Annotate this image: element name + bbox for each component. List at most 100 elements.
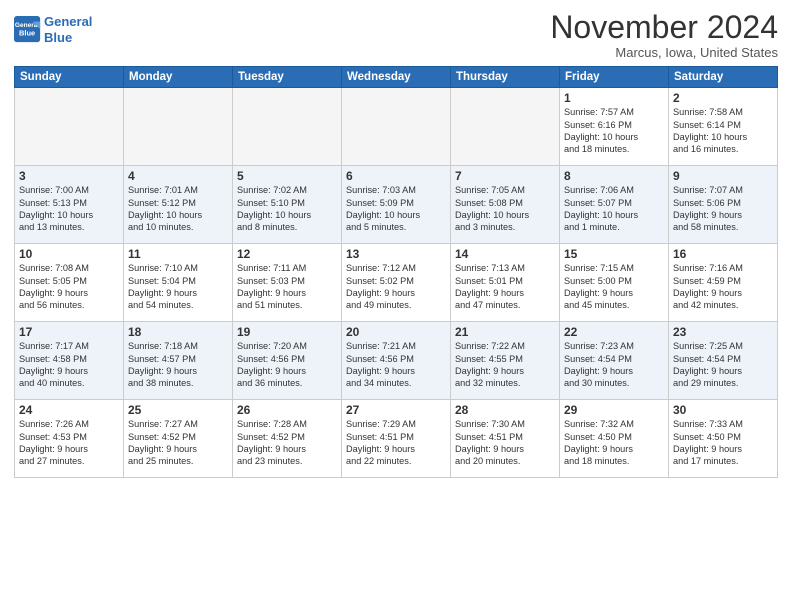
calendar-week-5: 24Sunrise: 7:26 AM Sunset: 4:53 PM Dayli… [15, 400, 778, 478]
month-title: November 2024 [550, 10, 778, 45]
day-info: Sunrise: 7:28 AM Sunset: 4:52 PM Dayligh… [237, 418, 337, 468]
calendar-cell: 1Sunrise: 7:57 AM Sunset: 6:16 PM Daylig… [560, 88, 669, 166]
calendar-cell: 3Sunrise: 7:00 AM Sunset: 5:13 PM Daylig… [15, 166, 124, 244]
day-info: Sunrise: 7:12 AM Sunset: 5:02 PM Dayligh… [346, 262, 446, 312]
day-number: 25 [128, 403, 228, 417]
calendar-week-1: 1Sunrise: 7:57 AM Sunset: 6:16 PM Daylig… [15, 88, 778, 166]
day-info: Sunrise: 7:03 AM Sunset: 5:09 PM Dayligh… [346, 184, 446, 234]
day-number: 19 [237, 325, 337, 339]
calendar-cell: 11Sunrise: 7:10 AM Sunset: 5:04 PM Dayli… [124, 244, 233, 322]
calendar-cell: 16Sunrise: 7:16 AM Sunset: 4:59 PM Dayli… [669, 244, 778, 322]
calendar-header-row: SundayMondayTuesdayWednesdayThursdayFrid… [15, 67, 778, 88]
calendar-cell: 17Sunrise: 7:17 AM Sunset: 4:58 PM Dayli… [15, 322, 124, 400]
day-info: Sunrise: 7:20 AM Sunset: 4:56 PM Dayligh… [237, 340, 337, 390]
day-number: 23 [673, 325, 773, 339]
logo-text: General Blue [44, 14, 92, 45]
day-header-monday: Monday [124, 67, 233, 88]
calendar-week-4: 17Sunrise: 7:17 AM Sunset: 4:58 PM Dayli… [15, 322, 778, 400]
day-info: Sunrise: 7:07 AM Sunset: 5:06 PM Dayligh… [673, 184, 773, 234]
day-number: 4 [128, 169, 228, 183]
calendar-cell: 22Sunrise: 7:23 AM Sunset: 4:54 PM Dayli… [560, 322, 669, 400]
calendar-cell: 25Sunrise: 7:27 AM Sunset: 4:52 PM Dayli… [124, 400, 233, 478]
calendar-cell [233, 88, 342, 166]
day-number: 17 [19, 325, 119, 339]
calendar-cell: 9Sunrise: 7:07 AM Sunset: 5:06 PM Daylig… [669, 166, 778, 244]
calendar-cell: 10Sunrise: 7:08 AM Sunset: 5:05 PM Dayli… [15, 244, 124, 322]
day-number: 5 [237, 169, 337, 183]
day-info: Sunrise: 7:11 AM Sunset: 5:03 PM Dayligh… [237, 262, 337, 312]
calendar-cell: 12Sunrise: 7:11 AM Sunset: 5:03 PM Dayli… [233, 244, 342, 322]
calendar-cell: 26Sunrise: 7:28 AM Sunset: 4:52 PM Dayli… [233, 400, 342, 478]
calendar-cell: 23Sunrise: 7:25 AM Sunset: 4:54 PM Dayli… [669, 322, 778, 400]
title-block: November 2024 Marcus, Iowa, United State… [550, 10, 778, 60]
calendar-cell: 4Sunrise: 7:01 AM Sunset: 5:12 PM Daylig… [124, 166, 233, 244]
calendar-page: General Blue General Blue November 2024 … [0, 0, 792, 612]
day-info: Sunrise: 7:57 AM Sunset: 6:16 PM Dayligh… [564, 106, 664, 156]
logo-icon: General Blue [14, 16, 42, 44]
calendar-cell: 15Sunrise: 7:15 AM Sunset: 5:00 PM Dayli… [560, 244, 669, 322]
day-info: Sunrise: 7:13 AM Sunset: 5:01 PM Dayligh… [455, 262, 555, 312]
day-info: Sunrise: 7:32 AM Sunset: 4:50 PM Dayligh… [564, 418, 664, 468]
day-number: 15 [564, 247, 664, 261]
day-info: Sunrise: 7:06 AM Sunset: 5:07 PM Dayligh… [564, 184, 664, 234]
day-info: Sunrise: 7:02 AM Sunset: 5:10 PM Dayligh… [237, 184, 337, 234]
day-info: Sunrise: 7:15 AM Sunset: 5:00 PM Dayligh… [564, 262, 664, 312]
day-number: 26 [237, 403, 337, 417]
logo-line1: General [44, 14, 92, 29]
day-number: 16 [673, 247, 773, 261]
svg-text:Blue: Blue [19, 28, 35, 37]
calendar-cell: 27Sunrise: 7:29 AM Sunset: 4:51 PM Dayli… [342, 400, 451, 478]
calendar-cell: 18Sunrise: 7:18 AM Sunset: 4:57 PM Dayli… [124, 322, 233, 400]
calendar-week-3: 10Sunrise: 7:08 AM Sunset: 5:05 PM Dayli… [15, 244, 778, 322]
logo: General Blue General Blue [14, 14, 92, 45]
day-number: 6 [346, 169, 446, 183]
day-info: Sunrise: 7:18 AM Sunset: 4:57 PM Dayligh… [128, 340, 228, 390]
day-info: Sunrise: 7:01 AM Sunset: 5:12 PM Dayligh… [128, 184, 228, 234]
calendar-cell: 29Sunrise: 7:32 AM Sunset: 4:50 PM Dayli… [560, 400, 669, 478]
day-info: Sunrise: 7:58 AM Sunset: 6:14 PM Dayligh… [673, 106, 773, 156]
day-number: 27 [346, 403, 446, 417]
calendar-cell: 14Sunrise: 7:13 AM Sunset: 5:01 PM Dayli… [451, 244, 560, 322]
calendar-cell: 19Sunrise: 7:20 AM Sunset: 4:56 PM Dayli… [233, 322, 342, 400]
day-header-friday: Friday [560, 67, 669, 88]
day-number: 22 [564, 325, 664, 339]
day-number: 30 [673, 403, 773, 417]
day-info: Sunrise: 7:17 AM Sunset: 4:58 PM Dayligh… [19, 340, 119, 390]
day-info: Sunrise: 7:23 AM Sunset: 4:54 PM Dayligh… [564, 340, 664, 390]
day-info: Sunrise: 7:21 AM Sunset: 4:56 PM Dayligh… [346, 340, 446, 390]
calendar-cell: 2Sunrise: 7:58 AM Sunset: 6:14 PM Daylig… [669, 88, 778, 166]
calendar-cell: 5Sunrise: 7:02 AM Sunset: 5:10 PM Daylig… [233, 166, 342, 244]
day-info: Sunrise: 7:26 AM Sunset: 4:53 PM Dayligh… [19, 418, 119, 468]
day-number: 29 [564, 403, 664, 417]
calendar-cell: 30Sunrise: 7:33 AM Sunset: 4:50 PM Dayli… [669, 400, 778, 478]
day-info: Sunrise: 7:16 AM Sunset: 4:59 PM Dayligh… [673, 262, 773, 312]
day-number: 2 [673, 91, 773, 105]
day-info: Sunrise: 7:33 AM Sunset: 4:50 PM Dayligh… [673, 418, 773, 468]
day-header-saturday: Saturday [669, 67, 778, 88]
day-info: Sunrise: 7:25 AM Sunset: 4:54 PM Dayligh… [673, 340, 773, 390]
day-info: Sunrise: 7:22 AM Sunset: 4:55 PM Dayligh… [455, 340, 555, 390]
day-info: Sunrise: 7:30 AM Sunset: 4:51 PM Dayligh… [455, 418, 555, 468]
day-number: 11 [128, 247, 228, 261]
day-number: 10 [19, 247, 119, 261]
day-number: 21 [455, 325, 555, 339]
page-header: General Blue General Blue November 2024 … [14, 10, 778, 60]
location: Marcus, Iowa, United States [550, 45, 778, 60]
day-number: 13 [346, 247, 446, 261]
calendar-cell: 21Sunrise: 7:22 AM Sunset: 4:55 PM Dayli… [451, 322, 560, 400]
calendar-week-2: 3Sunrise: 7:00 AM Sunset: 5:13 PM Daylig… [15, 166, 778, 244]
day-info: Sunrise: 7:29 AM Sunset: 4:51 PM Dayligh… [346, 418, 446, 468]
day-number: 12 [237, 247, 337, 261]
day-info: Sunrise: 7:05 AM Sunset: 5:08 PM Dayligh… [455, 184, 555, 234]
calendar-cell [15, 88, 124, 166]
day-info: Sunrise: 7:27 AM Sunset: 4:52 PM Dayligh… [128, 418, 228, 468]
day-number: 8 [564, 169, 664, 183]
calendar-cell: 13Sunrise: 7:12 AM Sunset: 5:02 PM Dayli… [342, 244, 451, 322]
calendar-cell: 6Sunrise: 7:03 AM Sunset: 5:09 PM Daylig… [342, 166, 451, 244]
calendar-cell: 8Sunrise: 7:06 AM Sunset: 5:07 PM Daylig… [560, 166, 669, 244]
day-number: 9 [673, 169, 773, 183]
logo-line2: Blue [44, 30, 72, 45]
calendar-cell: 20Sunrise: 7:21 AM Sunset: 4:56 PM Dayli… [342, 322, 451, 400]
calendar-cell: 24Sunrise: 7:26 AM Sunset: 4:53 PM Dayli… [15, 400, 124, 478]
calendar-cell: 7Sunrise: 7:05 AM Sunset: 5:08 PM Daylig… [451, 166, 560, 244]
